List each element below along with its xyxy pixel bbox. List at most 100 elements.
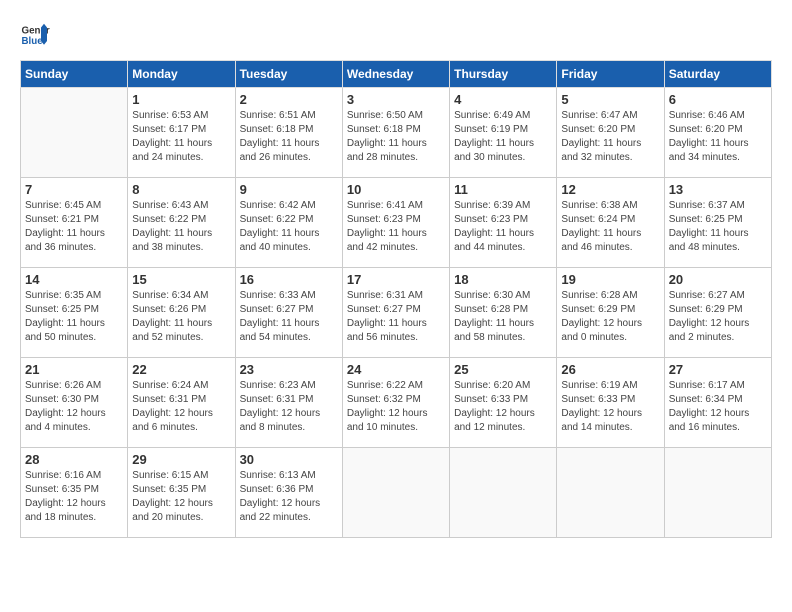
weekday-header-sunday: Sunday [21, 61, 128, 88]
day-info: Sunrise: 6:23 AM Sunset: 6:31 PM Dayligh… [240, 379, 338, 435]
day-info: Sunrise: 6:51 AM Sunset: 6:18 PM Dayligh… [240, 109, 338, 165]
day-info: Sunrise: 6:41 AM Sunset: 6:23 PM Dayligh… [347, 199, 445, 255]
weekday-header-friday: Friday [557, 61, 664, 88]
day-cell: 8 Sunrise: 6:43 AM Sunset: 6:22 PM Daylig… [128, 178, 235, 268]
day-cell: 9Sunrise: 6:42 AM Sunset: 6:22 PM Daylig… [235, 178, 342, 268]
day-number: 2 [240, 92, 338, 107]
day-info: Sunrise: 6:46 AM Sunset: 6:20 PM Dayligh… [669, 109, 767, 165]
day-cell: 21Sunrise: 6:26 AM Sunset: 6:30 PM Dayli… [21, 358, 128, 448]
logo: General Blue [20, 20, 50, 50]
calendar: SundayMondayTuesdayWednesdayThursdayFrid… [20, 60, 772, 538]
day-info: Sunrise: 6:30 AM Sunset: 6:28 PM Dayligh… [454, 289, 552, 345]
day-number: 3 [347, 92, 445, 107]
day-number: 26 [561, 362, 659, 377]
day-cell: 5 Sunrise: 6:47 AM Sunset: 6:20 PM Daylig… [557, 88, 664, 178]
day-number: 8 [132, 182, 230, 197]
day-cell: 28 Sunrise: 6:16 AM Sunset: 6:35 PM Dayli… [21, 448, 128, 538]
day-cell: 16 Sunrise: 6:33 AM Sunset: 6:27 PM Dayli… [235, 268, 342, 358]
day-number: 1 [132, 92, 230, 107]
day-number: 13 [669, 182, 767, 197]
day-cell: 4 Sunrise: 6:49 AM Sunset: 6:19 PM Daylig… [450, 88, 557, 178]
day-info: Sunrise: 6:27 AM Sunset: 6:29 PM Dayligh… [669, 289, 767, 345]
day-info: Sunrise: 6:34 AM Sunset: 6:26 PM Dayligh… [132, 289, 230, 345]
day-info: Sunrise: 6:24 AM Sunset: 6:31 PM Dayligh… [132, 379, 230, 435]
svg-text:Blue: Blue [22, 36, 44, 47]
day-number: 5 [561, 92, 659, 107]
day-info: Sunrise: 6:45 AM Sunset: 6:21 PM Dayligh… [25, 199, 123, 255]
day-number: 16 [240, 272, 338, 287]
day-cell [450, 448, 557, 538]
day-cell: 18 Sunrise: 6:30 AM Sunset: 6:28 PM Dayli… [450, 268, 557, 358]
week-row-3: 14 Sunrise: 6:35 AM Sunset: 6:25 PM Dayli… [21, 268, 772, 358]
day-cell [21, 88, 128, 178]
day-info: Sunrise: 6:13 AM Sunset: 6:36 PM Dayligh… [240, 469, 338, 525]
day-cell: 20Sunrise: 6:27 AM Sunset: 6:29 PM Dayli… [664, 268, 771, 358]
day-number: 30 [240, 452, 338, 467]
logo-icon: General Blue [20, 20, 50, 50]
day-number: 6 [669, 92, 767, 107]
week-row-4: 21Sunrise: 6:26 AM Sunset: 6:30 PM Dayli… [21, 358, 772, 448]
day-info: Sunrise: 6:26 AM Sunset: 6:30 PM Dayligh… [25, 379, 123, 435]
weekday-header-wednesday: Wednesday [342, 61, 449, 88]
day-info: Sunrise: 6:17 AM Sunset: 6:34 PM Dayligh… [669, 379, 767, 435]
day-cell: 11 Sunrise: 6:39 AM Sunset: 6:23 PM Dayli… [450, 178, 557, 268]
day-number: 27 [669, 362, 767, 377]
day-cell: 17 Sunrise: 6:31 AM Sunset: 6:27 PM Dayli… [342, 268, 449, 358]
day-number: 22 [132, 362, 230, 377]
day-cell [342, 448, 449, 538]
day-cell: 1 Sunrise: 6:53 AM Sunset: 6:17 PM Daylig… [128, 88, 235, 178]
day-info: Sunrise: 6:39 AM Sunset: 6:23 PM Dayligh… [454, 199, 552, 255]
weekday-header-tuesday: Tuesday [235, 61, 342, 88]
day-number: 9 [240, 182, 338, 197]
day-number: 17 [347, 272, 445, 287]
week-row-2: 7 Sunrise: 6:45 AM Sunset: 6:21 PM Daylig… [21, 178, 772, 268]
day-info: Sunrise: 6:33 AM Sunset: 6:27 PM Dayligh… [240, 289, 338, 345]
day-info: Sunrise: 6:43 AM Sunset: 6:22 PM Dayligh… [132, 199, 230, 255]
day-cell: 15Sunrise: 6:34 AM Sunset: 6:26 PM Dayli… [128, 268, 235, 358]
day-cell: 6 Sunrise: 6:46 AM Sunset: 6:20 PM Daylig… [664, 88, 771, 178]
day-cell: 2 Sunrise: 6:51 AM Sunset: 6:18 PM Daylig… [235, 88, 342, 178]
weekday-header-saturday: Saturday [664, 61, 771, 88]
day-info: Sunrise: 6:20 AM Sunset: 6:33 PM Dayligh… [454, 379, 552, 435]
day-info: Sunrise: 6:15 AM Sunset: 6:35 PM Dayligh… [132, 469, 230, 525]
day-number: 7 [25, 182, 123, 197]
weekday-header-thursday: Thursday [450, 61, 557, 88]
header: General Blue [20, 20, 772, 50]
day-cell: 22 Sunrise: 6:24 AM Sunset: 6:31 PM Dayli… [128, 358, 235, 448]
day-info: Sunrise: 6:49 AM Sunset: 6:19 PM Dayligh… [454, 109, 552, 165]
day-cell: 19 Sunrise: 6:28 AM Sunset: 6:29 PM Dayli… [557, 268, 664, 358]
day-number: 28 [25, 452, 123, 467]
week-row-1: 1 Sunrise: 6:53 AM Sunset: 6:17 PM Daylig… [21, 88, 772, 178]
day-number: 4 [454, 92, 552, 107]
day-number: 11 [454, 182, 552, 197]
week-row-5: 28 Sunrise: 6:16 AM Sunset: 6:35 PM Dayli… [21, 448, 772, 538]
day-cell: 26 Sunrise: 6:19 AM Sunset: 6:33 PM Dayli… [557, 358, 664, 448]
day-info: Sunrise: 6:53 AM Sunset: 6:17 PM Dayligh… [132, 109, 230, 165]
day-cell: 23 Sunrise: 6:23 AM Sunset: 6:31 PM Dayli… [235, 358, 342, 448]
day-number: 23 [240, 362, 338, 377]
day-cell: 7 Sunrise: 6:45 AM Sunset: 6:21 PM Daylig… [21, 178, 128, 268]
day-number: 12 [561, 182, 659, 197]
day-cell [557, 448, 664, 538]
day-info: Sunrise: 6:35 AM Sunset: 6:25 PM Dayligh… [25, 289, 123, 345]
day-info: Sunrise: 6:19 AM Sunset: 6:33 PM Dayligh… [561, 379, 659, 435]
day-number: 25 [454, 362, 552, 377]
day-cell: 10 Sunrise: 6:41 AM Sunset: 6:23 PM Dayli… [342, 178, 449, 268]
day-number: 14 [25, 272, 123, 287]
day-cell: 30 Sunrise: 6:13 AM Sunset: 6:36 PM Dayli… [235, 448, 342, 538]
day-info: Sunrise: 6:28 AM Sunset: 6:29 PM Dayligh… [561, 289, 659, 345]
day-info: Sunrise: 6:47 AM Sunset: 6:20 PM Dayligh… [561, 109, 659, 165]
day-cell: 29Sunrise: 6:15 AM Sunset: 6:35 PM Dayli… [128, 448, 235, 538]
day-cell: 25 Sunrise: 6:20 AM Sunset: 6:33 PM Dayli… [450, 358, 557, 448]
day-cell: 12 Sunrise: 6:38 AM Sunset: 6:24 PM Dayli… [557, 178, 664, 268]
day-info: Sunrise: 6:31 AM Sunset: 6:27 PM Dayligh… [347, 289, 445, 345]
day-number: 24 [347, 362, 445, 377]
day-cell: 14 Sunrise: 6:35 AM Sunset: 6:25 PM Dayli… [21, 268, 128, 358]
day-number: 19 [561, 272, 659, 287]
day-info: Sunrise: 6:16 AM Sunset: 6:35 PM Dayligh… [25, 469, 123, 525]
day-info: Sunrise: 6:38 AM Sunset: 6:24 PM Dayligh… [561, 199, 659, 255]
day-cell: 3Sunrise: 6:50 AM Sunset: 6:18 PM Daylig… [342, 88, 449, 178]
weekday-header-monday: Monday [128, 61, 235, 88]
day-number: 18 [454, 272, 552, 287]
day-number: 10 [347, 182, 445, 197]
